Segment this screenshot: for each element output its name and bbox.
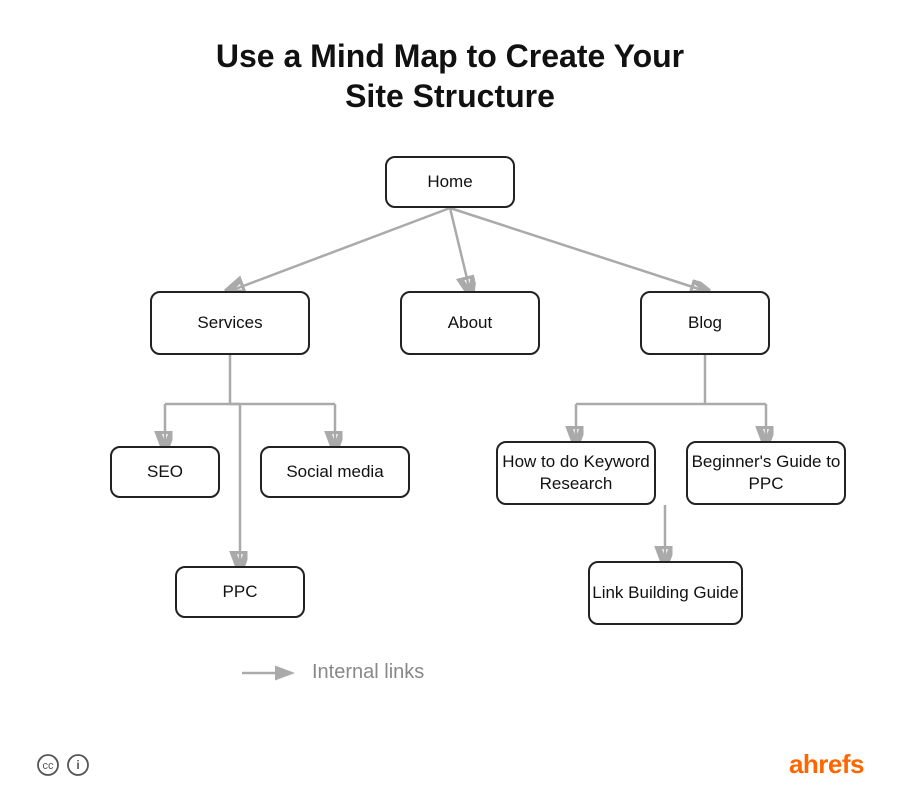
node-ppc: PPC <box>175 566 305 618</box>
node-home: Home <box>385 156 515 208</box>
page-title: Use a Mind Map to Create Your Site Struc… <box>150 36 750 116</box>
node-blog: Blog <box>640 291 770 355</box>
node-services: Services <box>150 291 310 355</box>
svg-text:cc: cc <box>43 760 55 772</box>
node-seo: SEO <box>110 446 220 498</box>
node-social-media: Social media <box>260 446 410 498</box>
node-about: About <box>400 291 540 355</box>
brand-logo: ahrefs <box>789 749 864 780</box>
footer-icons: cc i <box>36 753 90 777</box>
mind-map-diagram: Home Services About Blog SEO Social medi… <box>20 136 880 696</box>
footer: cc i ahrefs <box>0 749 900 780</box>
node-keyword-research: How to do Keyword Research <box>496 441 656 505</box>
svg-text:i: i <box>76 758 79 772</box>
page-container: Use a Mind Map to Create Your Site Struc… <box>0 0 900 802</box>
connectors-svg <box>20 136 880 696</box>
cc-icon: cc <box>36 753 60 777</box>
node-beginner-ppc: Beginner's Guide to PPC <box>686 441 846 505</box>
node-link-building: Link Building Guide <box>588 561 743 625</box>
info-icon: i <box>66 753 90 777</box>
